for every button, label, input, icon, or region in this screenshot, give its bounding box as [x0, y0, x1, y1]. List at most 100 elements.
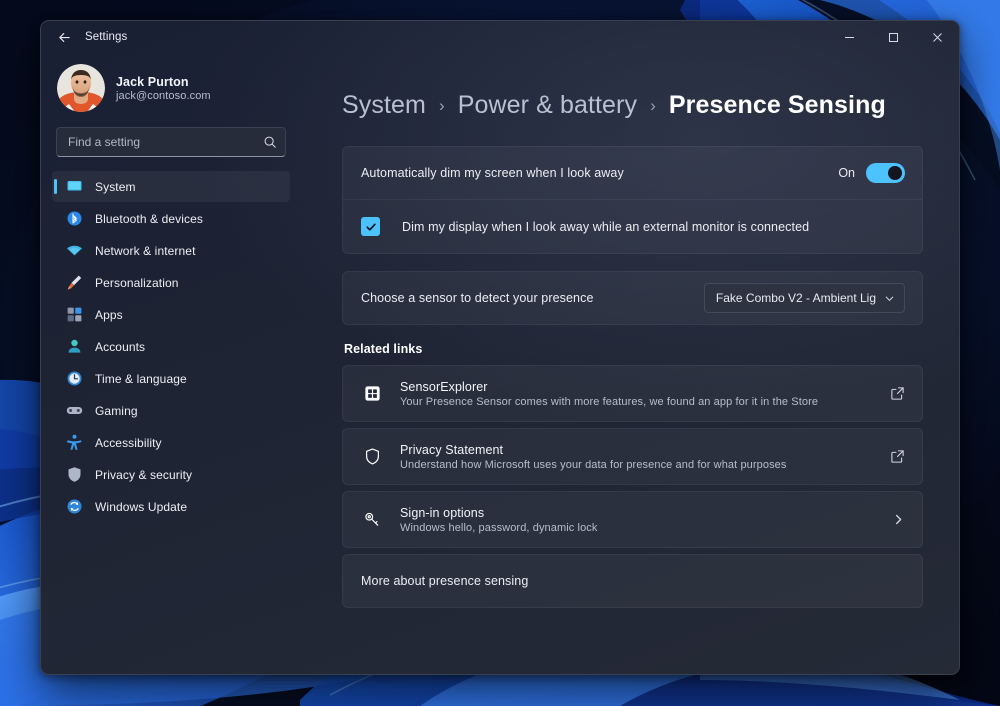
chevron-down-icon	[884, 293, 895, 304]
auto-dim-label: Automatically dim my screen when I look …	[361, 166, 624, 180]
search-icon[interactable]	[263, 135, 277, 149]
sensor-explorer-card[interactable]: SensorExplorer Your Presence Sensor come…	[342, 365, 923, 422]
related-link-title: Privacy Statement	[400, 443, 787, 457]
paintbrush-icon	[66, 274, 83, 291]
breadcrumb-separator: ›	[439, 96, 445, 116]
related-link-row[interactable]: SensorExplorer Your Presence Sensor come…	[343, 366, 922, 421]
clock-icon	[66, 370, 83, 387]
gamepad-icon	[66, 402, 83, 419]
sensor-card: Choose a sensor to detect your presence …	[342, 271, 923, 325]
sidebar-item-label: Apps	[95, 308, 123, 322]
external-monitor-checkbox[interactable]	[361, 217, 380, 236]
monitor-icon	[66, 178, 83, 195]
sensor-dropdown[interactable]: Fake Combo V2 - Ambient Lig	[704, 283, 905, 313]
breadcrumb-root[interactable]: System	[342, 91, 426, 120]
close-icon[interactable]	[915, 21, 959, 53]
more-about-label: More about presence sensing	[361, 574, 528, 588]
toggle-knob	[888, 166, 902, 180]
sidebar-item-system[interactable]: System	[52, 171, 290, 202]
auto-dim-row[interactable]: Automatically dim my screen when I look …	[343, 147, 922, 199]
related-link-subtitle: Understand how Microsoft uses your data …	[400, 459, 787, 471]
sidebar-item-label: Windows Update	[95, 500, 187, 514]
sidebar-item-label: Personalization	[95, 276, 179, 290]
search-box[interactable]	[56, 127, 286, 157]
content-pane: System › Power & battery › Presence Sens…	[301, 53, 959, 674]
shield-icon	[361, 447, 383, 466]
privacy-statement-card[interactable]: Privacy Statement Understand how Microso…	[342, 428, 923, 485]
external-monitor-label: Dim my display when I look away while an…	[402, 220, 809, 234]
sidebar-item-label: Network & internet	[95, 244, 196, 258]
sidebar-item-label: System	[95, 180, 136, 194]
sidebar-item-windows-update[interactable]: Windows Update	[52, 491, 290, 522]
search-input[interactable]	[68, 135, 263, 149]
related-link-row[interactable]: Privacy Statement Understand how Microso…	[343, 429, 922, 484]
sensor-label: Choose a sensor to detect your presence	[361, 291, 594, 305]
more-about-row[interactable]: More about presence sensing	[343, 555, 922, 607]
auto-dim-toggle-wrap[interactable]: On	[838, 163, 905, 183]
related-link-row[interactable]: Sign-in options Windows hello, password,…	[343, 492, 922, 547]
sidebar-item-personalization[interactable]: Personalization	[52, 267, 290, 298]
wifi-icon	[66, 242, 83, 259]
refresh-icon	[66, 498, 83, 515]
breadcrumb-parent[interactable]: Power & battery	[458, 91, 637, 120]
apps-grid-icon	[66, 306, 83, 323]
sidebar-item-gaming[interactable]: Gaming	[52, 395, 290, 426]
settings-window: Settings	[40, 20, 960, 675]
account-text: Jack Purton jack@contoso.com	[116, 75, 211, 102]
sidebar: Jack Purton jack@contoso.com	[41, 53, 301, 674]
account-block[interactable]: Jack Purton jack@contoso.com	[52, 53, 290, 115]
title-bar: Settings	[41, 21, 959, 53]
avatar	[57, 64, 105, 112]
more-about-presence-sensing-card[interactable]: More about presence sensing	[342, 554, 923, 608]
accessibility-icon	[66, 434, 83, 451]
external-link-icon[interactable]	[890, 386, 905, 401]
external-link-icon[interactable]	[890, 449, 905, 464]
maximize-icon[interactable]	[871, 21, 915, 53]
store-app-icon	[361, 384, 383, 403]
person-icon	[66, 338, 83, 355]
sidebar-item-accessibility[interactable]: Accessibility	[52, 427, 290, 458]
minimize-icon[interactable]	[827, 21, 871, 53]
auto-dim-toggle[interactable]	[866, 163, 905, 183]
related-link-text: Sign-in options Windows hello, password,…	[400, 506, 598, 534]
related-link-title: SensorExplorer	[400, 380, 818, 394]
external-monitor-row[interactable]: Dim my display when I look away while an…	[343, 199, 922, 253]
page-title: Presence Sensing	[669, 91, 886, 120]
chevron-right-icon[interactable]	[892, 513, 905, 526]
related-links-title: Related links	[344, 342, 923, 356]
back-arrow-icon[interactable]	[49, 22, 79, 52]
breadcrumb-separator: ›	[650, 96, 656, 116]
desktop: Settings	[0, 0, 1000, 706]
sidebar-item-apps[interactable]: Apps	[52, 299, 290, 330]
breadcrumb: System › Power & battery › Presence Sens…	[342, 91, 923, 120]
related-link-title: Sign-in options	[400, 506, 598, 520]
related-link-subtitle: Windows hello, password, dynamic lock	[400, 522, 598, 534]
sidebar-item-label: Privacy & security	[95, 468, 192, 482]
toggle-state-label: On	[838, 166, 855, 180]
sidebar-item-label: Gaming	[95, 404, 138, 418]
sidebar-item-time-language[interactable]: Time & language	[52, 363, 290, 394]
sign-in-options-card[interactable]: Sign-in options Windows hello, password,…	[342, 491, 923, 548]
sidebar-item-accounts[interactable]: Accounts	[52, 331, 290, 362]
related-link-text: Privacy Statement Understand how Microso…	[400, 443, 787, 471]
related-link-subtitle: Your Presence Sensor comes with more fea…	[400, 396, 818, 408]
auto-dim-card: Automatically dim my screen when I look …	[342, 146, 923, 254]
sidebar-item-label: Time & language	[95, 372, 187, 386]
sidebar-item-label: Accessibility	[95, 436, 162, 450]
sidebar-item-privacy-security[interactable]: Privacy & security	[52, 459, 290, 490]
key-icon	[361, 510, 383, 529]
account-name: Jack Purton	[116, 75, 211, 89]
bluetooth-icon	[66, 210, 83, 227]
shield-icon	[66, 466, 83, 483]
sidebar-item-label: Bluetooth & devices	[95, 212, 203, 226]
sidebar-item-bluetooth-devices[interactable]: Bluetooth & devices	[52, 203, 290, 234]
window-body: Jack Purton jack@contoso.com	[41, 53, 959, 674]
sensor-row[interactable]: Choose a sensor to detect your presence …	[343, 272, 922, 324]
account-email: jack@contoso.com	[116, 90, 211, 102]
sidebar-item-network-internet[interactable]: Network & internet	[52, 235, 290, 266]
window-title: Settings	[85, 31, 127, 43]
sidebar-item-label: Accounts	[95, 340, 145, 354]
sidebar-nav: System Bluetooth & devices	[52, 171, 290, 522]
related-link-text: SensorExplorer Your Presence Sensor come…	[400, 380, 818, 408]
sensor-dropdown-value: Fake Combo V2 - Ambient Lig	[716, 291, 876, 305]
